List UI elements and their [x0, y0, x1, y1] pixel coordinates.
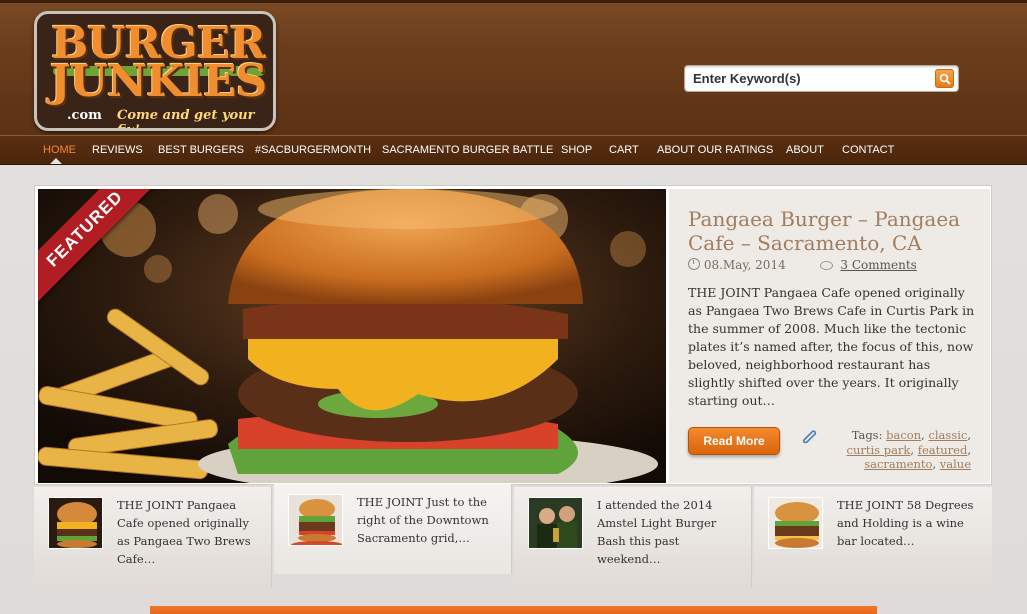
search-icon — [939, 73, 951, 85]
nav-reviews[interactable]: REVIEWS — [92, 136, 143, 164]
logo-com: .com — [67, 108, 102, 123]
search-input[interactable] — [685, 66, 930, 91]
main-nav: HOME REVIEWS BEST BURGERS #SACBURGERMONT… — [0, 135, 1027, 165]
thumb-image — [48, 497, 103, 549]
nav-about[interactable]: ABOUT — [786, 136, 824, 164]
thumb-image — [768, 497, 823, 549]
post-excerpt: THE JOINT Pangaea Cafe opened originally… — [688, 285, 975, 408]
search-box — [684, 65, 959, 92]
logo-line2: JUNKIES — [49, 56, 268, 107]
nav-cart[interactable]: CART — [609, 136, 639, 164]
paperclip-icon — [802, 430, 817, 444]
tag-link[interactable]: featured — [918, 443, 968, 457]
nav-shop[interactable]: SHOP — [561, 136, 592, 164]
thumb-excerpt: THE JOINT Pangaea Cafe opened originally… — [117, 498, 251, 566]
nav-sacramento-burger-battle[interactable]: SACRAMENTO BURGER BATTLE — [382, 136, 553, 164]
post-meta: 08.May, 2014 3 Comments — [688, 258, 978, 272]
nav-contact[interactable]: CONTACT — [842, 136, 894, 164]
comments-link[interactable]: 3 Comments — [840, 258, 916, 272]
thumb-item[interactable]: THE JOINT 58 Degrees and Holding is a wi… — [754, 487, 992, 587]
nav-best-burgers[interactable]: BEST BURGERS — [158, 136, 244, 164]
burger-photo — [38, 189, 666, 483]
tag-link[interactable]: bacon — [886, 428, 921, 442]
tag-link[interactable]: classic — [928, 428, 967, 442]
tags-label: Tags: — [851, 428, 883, 442]
thumb-item[interactable]: I attended the 2014 Amstel Light Burger … — [514, 487, 752, 587]
comment-icon — [819, 261, 833, 270]
read-more-button[interactable]: Read More — [688, 427, 780, 455]
thumb-image — [288, 494, 343, 546]
thumb-excerpt: THE JOINT 58 Degrees and Holding is a wi… — [837, 498, 974, 548]
tag-link[interactable]: value — [940, 457, 971, 471]
thumb-item[interactable]: THE JOINT Pangaea Cafe opened originally… — [34, 487, 272, 587]
logo-tagline: Come and get your fix! — [117, 108, 255, 131]
bottom-banner-edge — [150, 606, 877, 614]
post-tags: Tags: bacon, classic, curtis park, featu… — [846, 428, 971, 471]
post-date: 08.May, 2014 — [703, 258, 786, 272]
post-thumbnail-strip: THE JOINT Pangaea Cafe opened originally… — [34, 484, 992, 587]
thumb-excerpt: THE JOINT Just to the right of the Downt… — [357, 495, 489, 545]
site-header: BURGER JUNKIES .com Come and get your fi… — [0, 0, 1027, 135]
thumb-image — [528, 497, 583, 549]
thumb-item[interactable]: THE JOINT Just to the right of the Downt… — [274, 484, 512, 574]
thumb-excerpt: I attended the 2014 Amstel Light Burger … — [597, 498, 717, 566]
featured-burger-image[interactable]: FEATURED — [38, 189, 666, 483]
active-nav-indicator — [50, 158, 62, 164]
tag-link[interactable]: curtis park — [847, 443, 911, 457]
nav-sacburgermonth[interactable]: #SACBURGERMONTH — [255, 136, 371, 164]
tag-link[interactable]: sacramento — [864, 457, 932, 471]
nav-about-our-ratings[interactable]: ABOUT OUR RATINGS — [657, 136, 773, 164]
featured-summary: Pangaea Burger – Pangaea Cafe – Sacramen… — [669, 189, 990, 483]
post-title[interactable]: Pangaea Burger – Pangaea Cafe – Sacramen… — [688, 207, 978, 255]
featured-post: FEATURED Pangaea Burger – Pangaea Cafe –… — [34, 185, 992, 485]
clock-icon — [688, 258, 700, 270]
site-logo[interactable]: BURGER JUNKIES .com Come and get your fi… — [34, 11, 276, 131]
search-button[interactable] — [935, 69, 954, 88]
